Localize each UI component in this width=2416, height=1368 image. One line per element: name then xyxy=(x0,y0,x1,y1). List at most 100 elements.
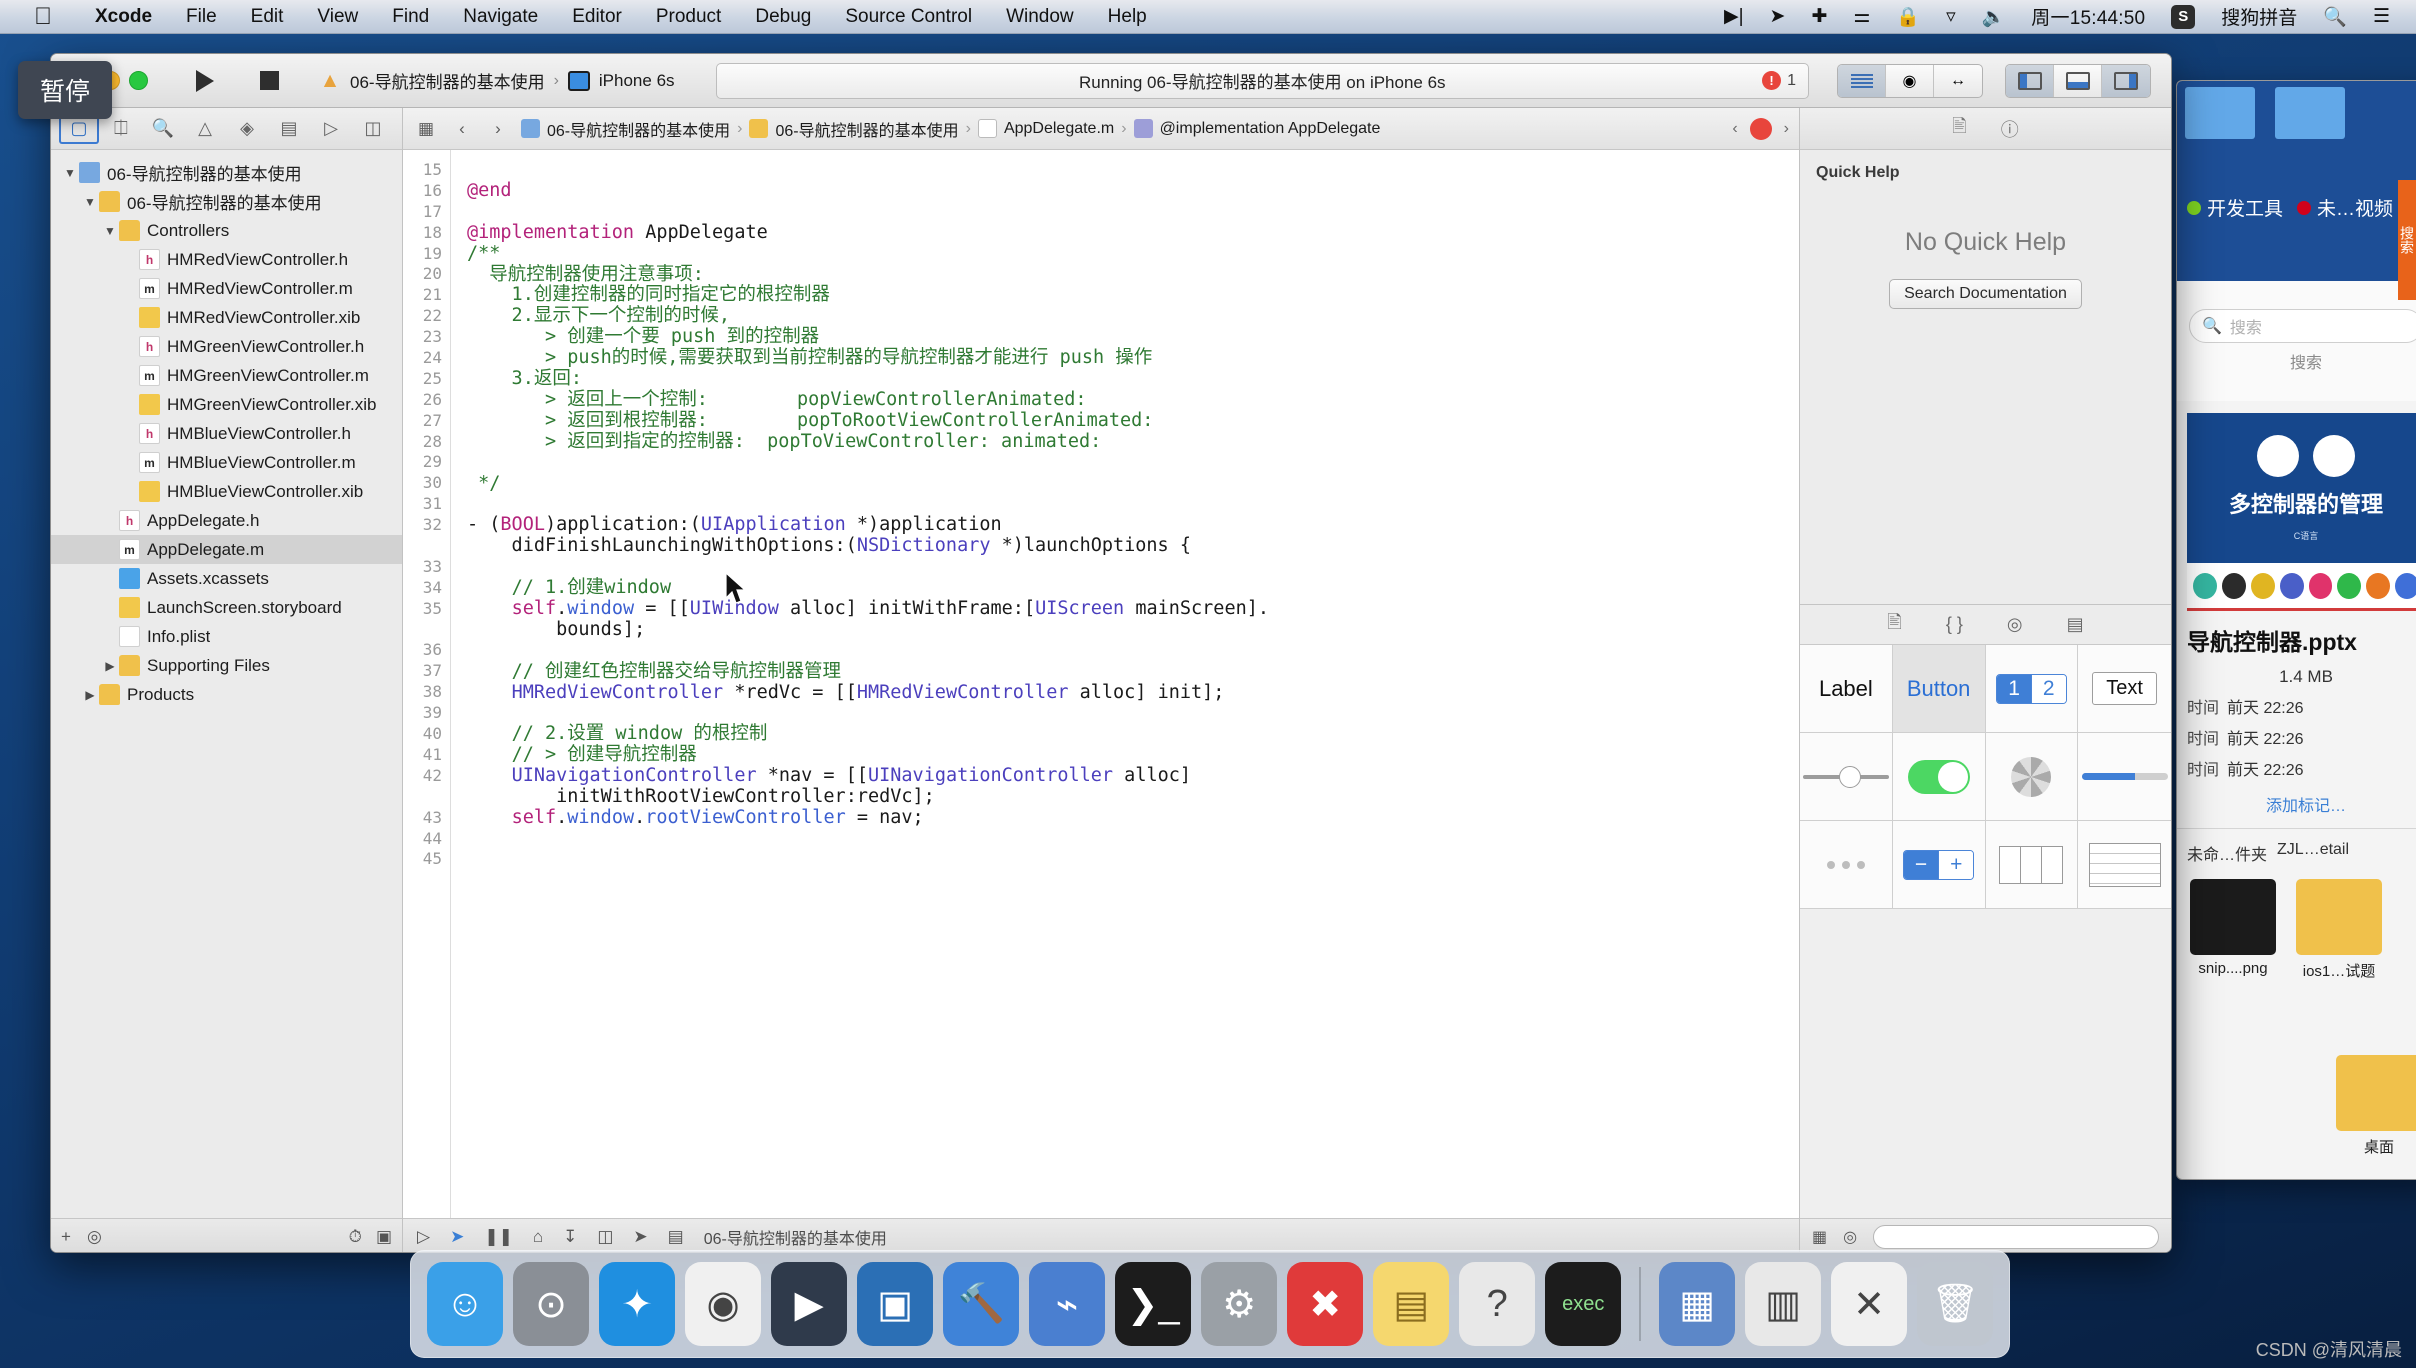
navigator-row[interactable]: ▼ 06-导航控制器的基本使用 xyxy=(51,187,402,216)
control-center-icon[interactable]: ☰ xyxy=(2360,5,2416,28)
code-line[interactable] xyxy=(467,160,1799,181)
file-inspector-icon[interactable]: 🖹 xyxy=(1952,114,1966,144)
navigator-row[interactable]: h HMBlueViewController.h xyxy=(51,419,402,448)
chevron-left-icon[interactable]: ‹ xyxy=(449,119,475,139)
utilities-toggle-icon[interactable] xyxy=(2102,64,2150,97)
object-stepper-plus-minus[interactable]: − + xyxy=(1892,821,1986,909)
navigator-row[interactable]: ▼ 06-导航控制器的基本使用 xyxy=(51,158,402,187)
breadcrumb-item-project[interactable]: 06-导航控制器的基本使用 xyxy=(547,117,730,141)
navigator-row[interactable]: m HMBlueViewController.m xyxy=(51,448,402,477)
issue-count-badge[interactable]: ! 1 xyxy=(1762,71,1796,90)
step-over-icon[interactable]: ⌂ xyxy=(533,1227,543,1247)
dock-item-safari[interactable]: ✦ xyxy=(599,1262,676,1346)
object-library-icon[interactable]: ◎ xyxy=(2007,614,2023,635)
report-navigator-icon[interactable]: ◫ xyxy=(353,114,393,144)
file-template-library-icon[interactable]: 🖹 xyxy=(1887,610,1901,640)
navigator-row[interactable]: Info.plist xyxy=(51,622,402,651)
navigator-row[interactable]: h HMGreenViewController.h xyxy=(51,332,402,361)
dock-item-launchpad[interactable]: ⊙ xyxy=(513,1262,590,1346)
menu-item-xcode[interactable]: Xcode xyxy=(78,6,169,28)
menu-item-find[interactable]: Find xyxy=(375,6,446,28)
continue-icon[interactable]: ➤ xyxy=(450,1227,464,1247)
dock-item-finder[interactable]: ☺ xyxy=(427,1262,504,1346)
dock-item-app-grid-3[interactable]: ✕ xyxy=(1831,1262,1908,1346)
quick-help-inspector-icon[interactable]: ⓘ xyxy=(2001,116,2019,142)
related-files-icon[interactable]: ▦ xyxy=(413,119,439,139)
disclosure-closed-icon[interactable]: ▶ xyxy=(81,688,99,702)
navigator-row[interactable]: h HMRedViewController.h xyxy=(51,245,402,274)
editor-mode-segmented-control[interactable]: ◉ ↔ xyxy=(1837,63,1983,98)
dock-item-app-grid-1[interactable]: ▦ xyxy=(1659,1262,1736,1346)
finder-search-input[interactable]: 🔍 搜索 xyxy=(2189,309,2416,343)
code-line[interactable]: // > 创建导航控制器 xyxy=(467,744,1799,766)
input-method-badge-icon[interactable]: S xyxy=(2158,4,2208,29)
object-slider[interactable] xyxy=(1800,733,1893,821)
breadcrumb-item-symbol[interactable]: @implementation AppDelegate xyxy=(1160,120,1381,138)
dock-item-notes[interactable]: ▤ xyxy=(1373,1262,1450,1346)
object-table-view[interactable] xyxy=(2078,821,2171,909)
screen-record-icon[interactable]: ▶| xyxy=(1711,5,1757,28)
dock-item-trash[interactable]: 🗑 xyxy=(1917,1262,1994,1346)
dock-item-xmind[interactable]: ✖ xyxy=(1287,1262,1364,1346)
navigator-row[interactable]: HMRedViewController.xib xyxy=(51,303,402,332)
dock-item-video-app[interactable]: ▣ xyxy=(857,1262,934,1346)
navigator-row[interactable]: m HMGreenViewController.m xyxy=(51,361,402,390)
source-code-text[interactable]: @end @implementation AppDelegate/** 导航控制… xyxy=(451,150,1799,1218)
menu-item-file[interactable]: File xyxy=(169,6,234,28)
code-line[interactable]: > 返回到根控制器: popToRootViewControllerAnimat… xyxy=(467,410,1799,432)
navigator-row[interactable]: ▶ Supporting Files xyxy=(51,651,402,680)
menu-item-debug[interactable]: Debug xyxy=(738,6,828,28)
error-badge-icon[interactable] xyxy=(1749,117,1772,140)
disclosure-open-icon[interactable]: ▼ xyxy=(101,224,119,238)
code-line[interactable] xyxy=(467,557,1799,578)
object-library[interactable]: Label Button 12 Text − + xyxy=(1800,645,2171,1218)
bluetooth-icon[interactable]: ✚ xyxy=(1798,5,1840,28)
test-navigator-icon[interactable]: ◈ xyxy=(227,114,267,144)
code-line[interactable] xyxy=(467,850,1799,871)
step-out-icon[interactable]: ◫ xyxy=(597,1227,613,1247)
library-search-input[interactable] xyxy=(1873,1224,2159,1249)
code-line[interactable]: > 返回到指定的控制器: popToViewController: animat… xyxy=(467,431,1799,453)
code-line[interactable]: HMRedViewController *redVc = [[HMRedView… xyxy=(467,682,1799,704)
code-line[interactable] xyxy=(467,704,1799,725)
code-line[interactable]: // 2.设置 window 的根控制 xyxy=(467,724,1799,745)
dock-item-xcode[interactable]: 🔨 xyxy=(943,1262,1020,1346)
object-button[interactable]: Button xyxy=(1892,645,1986,733)
code-line[interactable]: 2.显示下一个控制的时候, xyxy=(467,305,1799,327)
code-line[interactable] xyxy=(467,641,1799,662)
code-line[interactable]: 导航控制器使用注意事项: xyxy=(467,264,1799,286)
menu-item-edit[interactable]: Edit xyxy=(234,6,301,28)
finder-add-tag-button[interactable]: 添加标记… xyxy=(2187,792,2416,816)
run-button[interactable] xyxy=(178,64,232,98)
source-control-icon[interactable]: ▣ xyxy=(376,1227,392,1247)
object-switch[interactable] xyxy=(1892,733,1986,821)
finder-item[interactable]: ios1…试题 xyxy=(2293,879,2385,981)
dock-item-app-grid-2[interactable]: ▥ xyxy=(1745,1262,1822,1346)
disclosure-open-icon[interactable]: ▼ xyxy=(61,166,79,180)
stop-button[interactable] xyxy=(242,64,296,98)
menu-item-window[interactable]: Window xyxy=(989,6,1091,28)
input-method-label[interactable]: 搜狗拼音 xyxy=(2208,3,2310,30)
navigator-row[interactable]: m AppDelegate.m xyxy=(51,535,402,564)
code-line[interactable]: // 1.创建window xyxy=(467,577,1799,599)
find-navigator-icon[interactable]: 🔍 xyxy=(143,114,183,144)
breadcrumb-item-group[interactable]: 06-导航控制器的基本使用 xyxy=(775,117,958,141)
dock-item-terminal[interactable]: ❯_ xyxy=(1115,1262,1192,1346)
finder-window[interactable]: 开发工具 未…视频 🔍 搜索 搜索 多控制器的管理 C语言 导航控制器.pptx… xyxy=(2176,80,2416,1180)
dock-item-instruments[interactable]: ⌁ xyxy=(1029,1262,1106,1346)
navigator-toggle-icon[interactable] xyxy=(2006,64,2054,97)
code-editor[interactable]: 15 16 17 18 19 20 21 22 23 24 25 26 27 28 29 30 31 32 33 34… xyxy=(403,150,1799,1218)
object-page-control[interactable] xyxy=(1800,821,1893,909)
navigator-row[interactable]: Assets.xcassets xyxy=(51,564,402,593)
navigator-row[interactable]: HMBlueViewController.xib xyxy=(51,477,402,506)
navigator-row[interactable]: h AppDelegate.h xyxy=(51,506,402,535)
menu-item-view[interactable]: View xyxy=(300,6,375,28)
plus-icon[interactable]: + xyxy=(61,1227,71,1247)
menu-item-product[interactable]: Product xyxy=(639,6,738,28)
wifi-icon[interactable]: ▿ xyxy=(1933,5,1969,28)
breadcrumb-item-file[interactable]: AppDelegate.m xyxy=(1004,120,1114,138)
debug-area-toggle-icon[interactable] xyxy=(2054,64,2102,97)
zoom-button[interactable] xyxy=(129,71,148,90)
breakpoints-icon[interactable]: ▷ xyxy=(417,1227,430,1247)
filter-icon[interactable]: ◎ xyxy=(1843,1227,1857,1247)
